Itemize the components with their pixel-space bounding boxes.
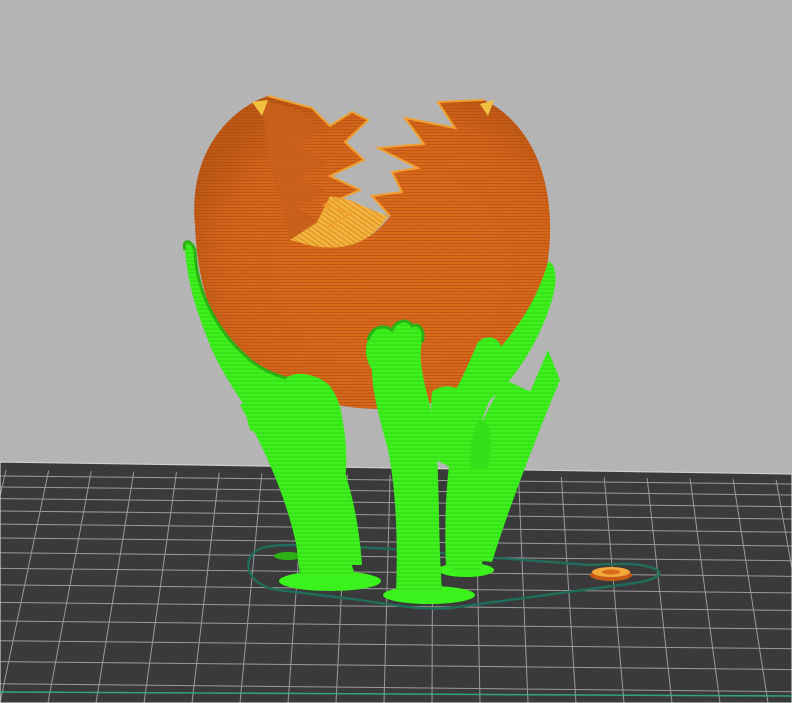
prime-object (590, 567, 632, 581)
3d-scene[interactable] (0, 0, 792, 703)
3d-preview-viewport[interactable] (0, 0, 792, 703)
